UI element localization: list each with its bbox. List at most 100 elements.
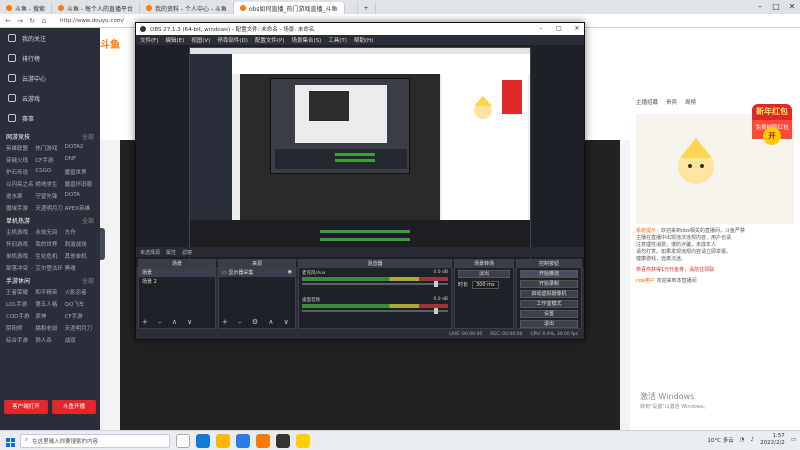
- category-link[interactable]: 主机游戏: [6, 228, 35, 236]
- category-link[interactable]: 逆水寒: [6, 192, 35, 200]
- browser-tab-active[interactable]: obs如何直播_热门游戏直播_斗鱼: [233, 2, 345, 14]
- category-link[interactable]: 以闪亮之名: [6, 180, 35, 188]
- menu-help[interactable]: 帮助(H): [354, 36, 373, 44]
- back-icon[interactable]: ←: [4, 17, 12, 25]
- category-link[interactable]: 魔域手游: [6, 204, 35, 212]
- scene-item[interactable]: 场景: [139, 268, 215, 277]
- category-link[interactable]: 火影忍者: [65, 288, 94, 296]
- category-link[interactable]: 战双: [65, 336, 94, 344]
- more-link[interactable]: 全部: [82, 216, 94, 225]
- sidebar-item-cloud-center[interactable]: 云游中心: [0, 68, 100, 88]
- open-client-button[interactable]: 客户端打开: [4, 400, 48, 414]
- category-link[interactable]: APEX英雄: [65, 204, 94, 212]
- transition-select[interactable]: 淡出: [458, 270, 510, 278]
- taskbar-search[interactable]: ⌕ 在这里输入你要搜索的内容: [20, 433, 170, 448]
- refresh-icon[interactable]: ↻: [28, 17, 36, 25]
- maximize-icon[interactable]: □: [768, 0, 784, 14]
- sidebar-collapse-handle[interactable]: [100, 228, 105, 260]
- category-link[interactable]: 综合手游: [6, 336, 35, 344]
- start-recording-button[interactable]: 开始录制: [520, 280, 578, 288]
- category-link[interactable]: 绝地求生: [35, 180, 64, 188]
- category-link[interactable]: 天涯明月刀: [65, 324, 94, 332]
- filters-button[interactable]: 滤镜: [182, 249, 192, 256]
- category-link[interactable]: 原神: [35, 312, 64, 320]
- notification-icon[interactable]: ▭: [791, 437, 796, 443]
- virtual-camera-button[interactable]: 启动虚拟摄像机: [520, 290, 578, 298]
- slider-handle[interactable]: [434, 308, 438, 314]
- minimize-icon[interactable]: –: [752, 0, 768, 14]
- category-link[interactable]: 我的世界: [35, 240, 64, 248]
- category-link[interactable]: 刺激战场: [65, 240, 94, 248]
- category-link[interactable]: 其他单机: [65, 252, 94, 260]
- more-link[interactable]: 全部: [82, 132, 94, 141]
- category-link[interactable]: DNF: [65, 156, 94, 164]
- network-icon[interactable]: ◔: [740, 437, 745, 443]
- settings-button[interactable]: 设置: [520, 310, 578, 318]
- category-link[interactable]: 怀旧游戏: [6, 240, 35, 248]
- duration-input[interactable]: 300 ms: [472, 281, 499, 289]
- category-link[interactable]: 魔兽世界: [65, 168, 94, 176]
- sidebar-item-cloud-game[interactable]: 云游戏: [0, 88, 100, 108]
- menu-tools[interactable]: 工具(T): [328, 36, 347, 44]
- category-link[interactable]: 炉石传说: [6, 168, 35, 176]
- maximize-icon[interactable]: □: [552, 23, 566, 35]
- category-link[interactable]: DOTA2: [65, 144, 94, 152]
- category-link[interactable]: LOL手游: [6, 300, 35, 308]
- sidebar-item-follow[interactable]: 我的关注: [0, 28, 100, 48]
- scene-tools[interactable]: + – ∧ ∨: [142, 318, 196, 326]
- file-explorer-icon[interactable]: [216, 433, 230, 448]
- tab-recruit[interactable]: 主播招募: [636, 98, 658, 106]
- edge-icon[interactable]: [196, 433, 210, 448]
- category-link[interactable]: QQ飞车: [65, 300, 94, 308]
- category-link[interactable]: 热门游戏: [35, 144, 64, 152]
- category-link[interactable]: 英雄联盟: [6, 144, 35, 152]
- more-link[interactable]: 全部: [82, 276, 94, 285]
- category-link[interactable]: 阴阳师: [6, 324, 35, 332]
- category-link[interactable]: 守望先锋: [35, 192, 64, 200]
- category-link[interactable]: 和平精英: [35, 288, 64, 296]
- menu-file[interactable]: 文件(F): [140, 36, 158, 44]
- category-link[interactable]: DOTA: [65, 192, 94, 200]
- douyu-logo[interactable]: 斗鱼: [100, 36, 130, 51]
- category-link[interactable]: 第五人格: [35, 300, 64, 308]
- sidebar-item-rank[interactable]: 排行榜: [0, 48, 100, 68]
- close-icon[interactable]: ✕: [570, 23, 584, 35]
- exit-button[interactable]: 退出: [520, 320, 578, 328]
- home-icon[interactable]: ⌂: [40, 17, 48, 25]
- obs-taskbar-icon[interactable]: [276, 433, 290, 448]
- category-link[interactable]: 永劫无间: [35, 228, 64, 236]
- url-field[interactable]: http://www.douyu.com/: [60, 18, 124, 24]
- menu-profile[interactable]: 配置文件(P): [255, 36, 285, 44]
- slider-handle[interactable]: [434, 281, 438, 287]
- scene-item[interactable]: 场景 2: [139, 277, 215, 286]
- browser-tab[interactable]: 斗鱼 - 每个人的直播平台: [52, 2, 140, 14]
- category-link[interactable]: 单机游戏: [6, 252, 35, 260]
- menu-scene-collection[interactable]: 场景集合(S): [291, 36, 321, 44]
- app-icon[interactable]: [296, 433, 310, 448]
- minimize-icon[interactable]: –: [534, 23, 548, 35]
- new-year-red-packet[interactable]: 新年红包 免费抽取红包 开: [752, 104, 792, 178]
- category-link[interactable]: 艾尔登法环: [35, 264, 64, 272]
- menu-docks[interactable]: 停靠部件(D): [217, 36, 248, 44]
- properties-button[interactable]: 属性: [166, 249, 176, 256]
- browser-icon[interactable]: [256, 433, 270, 448]
- category-link[interactable]: COD手游: [6, 312, 35, 320]
- forward-icon[interactable]: →: [16, 17, 24, 25]
- volume-slider[interactable]: [302, 281, 448, 287]
- source-tools[interactable]: + – ⚙ ∧ ∨: [222, 318, 293, 326]
- start-button[interactable]: [0, 435, 20, 447]
- clock[interactable]: 1:57 2022/2/2: [760, 433, 785, 447]
- start-broadcast-button[interactable]: 斗鱼开播: [52, 400, 96, 414]
- open-packet-button[interactable]: 开: [763, 127, 781, 145]
- category-link[interactable]: 魔兽怀旧服: [65, 180, 94, 188]
- category-link[interactable]: CF手游: [65, 312, 94, 320]
- category-link[interactable]: 黑魂: [65, 264, 94, 272]
- menu-view[interactable]: 视图(V): [191, 36, 210, 44]
- volume-slider[interactable]: [302, 308, 448, 314]
- start-streaming-button[interactable]: 开始推流: [520, 270, 578, 278]
- browser-tab[interactable]: [345, 2, 358, 14]
- source-item[interactable]: ▭ 显示器采集 ◉: [219, 268, 295, 277]
- volume-icon[interactable]: ♪: [751, 437, 755, 443]
- category-link[interactable]: 穿越火线: [6, 156, 35, 164]
- close-icon[interactable]: ✕: [784, 0, 800, 14]
